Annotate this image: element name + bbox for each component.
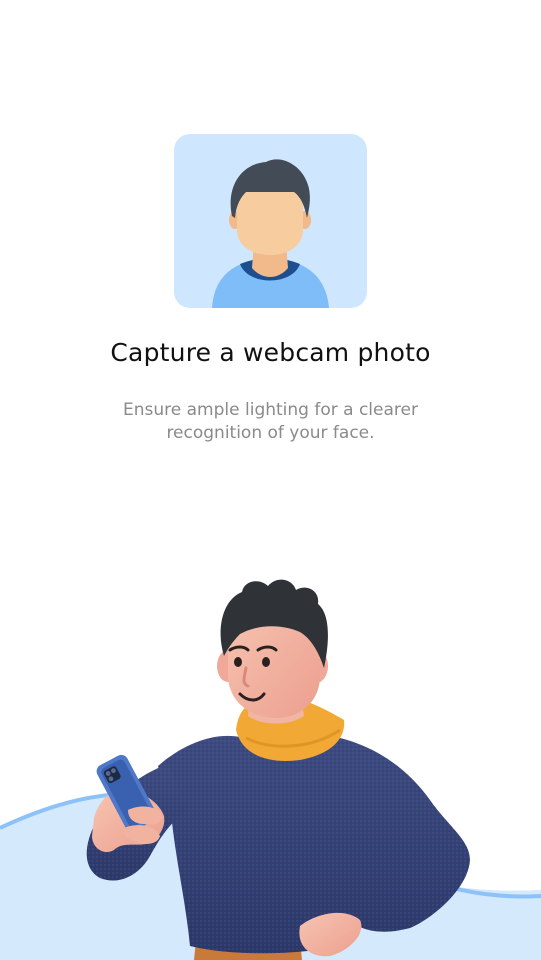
person-holding-phone-illustration — [0, 560, 541, 960]
instruction-text: Ensure ample lighting for a clearer reco… — [123, 400, 418, 443]
avatar-placeholder-card — [174, 134, 367, 308]
user-avatar-icon — [212, 159, 329, 308]
onboarding-screen: Capture a webcam photo Ensure ample ligh… — [0, 0, 541, 960]
page-title: Capture a webcam photo — [110, 338, 431, 367]
